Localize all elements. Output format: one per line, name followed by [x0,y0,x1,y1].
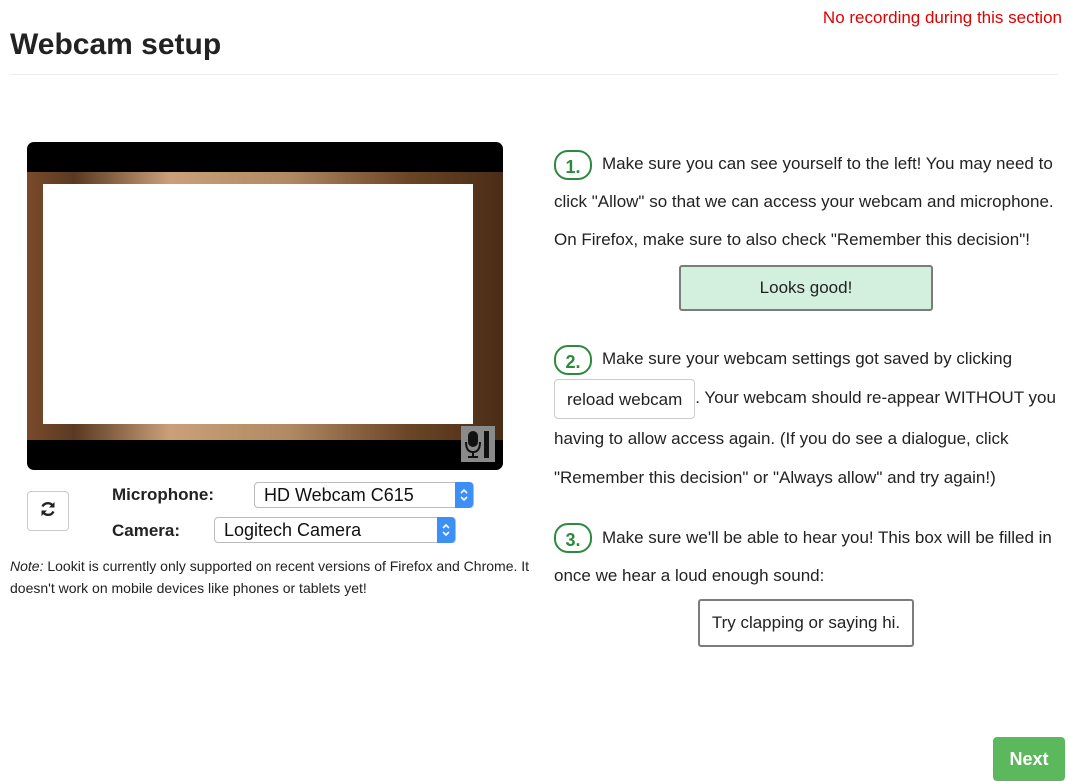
setup-steps: 1. Make sure you can see yourself to the … [554,145,1058,647]
next-button[interactable]: Next [993,737,1065,781]
reload-webcam-button[interactable]: reload webcam [554,378,696,419]
step-2: 2. Make sure your webcam settings got sav… [554,339,1058,497]
webcam-feed [27,172,503,440]
step-text-before: Make sure your webcam settings got saved… [602,349,1013,368]
note-text: Lookit is currently only supported on re… [10,558,530,596]
chevron-updown-icon [437,517,455,543]
looks-good-button[interactable]: Looks good! [679,265,933,311]
microphone-icon [461,426,495,462]
title-divider [10,74,1058,75]
microphone-select-value: HD Webcam C615 [264,485,414,505]
webcam-preview [27,142,503,470]
camera-select[interactable]: Logitech Camera [214,517,456,543]
page-title: Webcam setup [10,28,222,61]
note-prefix: Note: [10,558,44,574]
step-number-badge: 3. [554,523,592,554]
refresh-devices-button[interactable] [27,491,69,531]
step-text: Make sure we'll be able to hear you! Thi… [554,527,1052,585]
microphone-label: Microphone: [112,485,214,504]
sound-detection-box: Try clapping or saying hi. [697,598,915,647]
browser-support-note: Note: Lookit is currently only supported… [10,555,530,599]
chevron-updown-icon [455,482,473,508]
step-number-badge: 2. [554,344,592,375]
step-3: 3. Make sure we'll be able to hear you! T… [554,519,1058,647]
step-text: Make sure you can see yourself to the le… [554,154,1054,249]
microphone-select[interactable]: HD Webcam C615 [254,482,474,508]
camera-select-value: Logitech Camera [224,520,362,540]
refresh-icon [39,500,57,523]
step-1: 1. Make sure you can see yourself to the … [554,145,1058,311]
webcam-overlay-mask [43,184,473,424]
camera-label: Camera: [112,521,181,540]
recording-notice: No recording during this section [822,8,1062,27]
step-number-badge: 1. [554,149,592,180]
